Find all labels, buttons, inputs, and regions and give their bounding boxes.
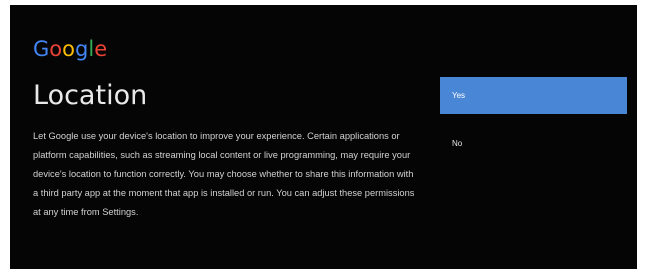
logo-letter-g2: g [75,37,89,61]
location-description: Let Google use your device's location to… [33,131,415,217]
page-title: Location [33,80,148,111]
logo-letter-e: e [94,37,108,61]
yes-option-label: Yes [452,91,466,100]
no-option-label: No [452,139,463,148]
options-list: Yes No [440,77,627,162]
logo-letter-o1: o [49,37,63,61]
setup-screen: Google Location Let Google use your devi… [10,5,637,269]
logo-letter-g: G [33,37,50,61]
no-option[interactable]: No [440,125,627,162]
logo-letter-o2: o [62,37,75,61]
yes-option[interactable]: Yes [440,77,627,114]
google-logo: Google [33,39,107,60]
